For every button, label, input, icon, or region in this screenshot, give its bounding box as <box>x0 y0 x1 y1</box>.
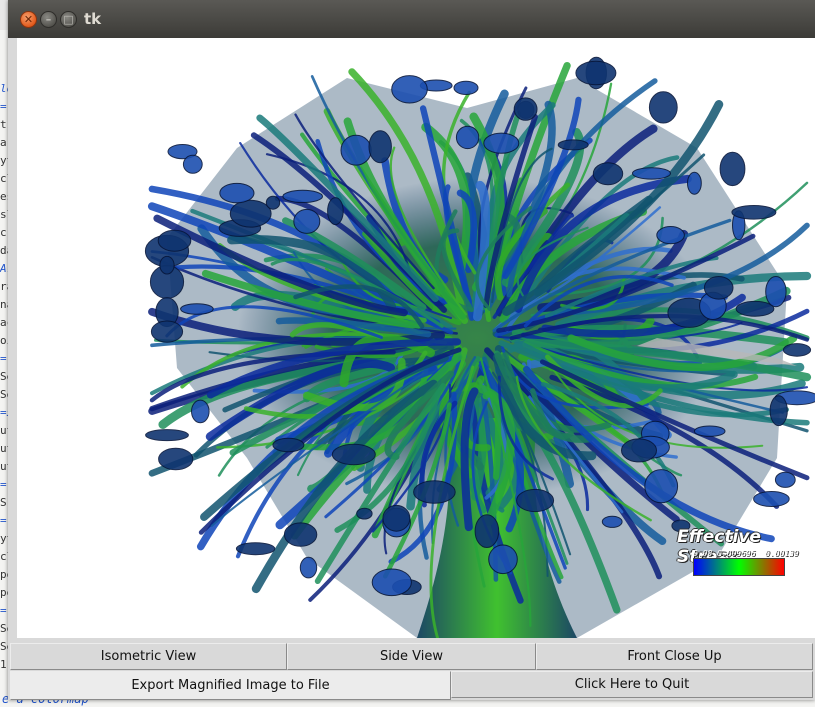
title-bar[interactable]: ✕ – □ tk <box>8 0 815 38</box>
background-editor-line: 1 <box>0 658 7 671</box>
maximize-icon: □ <box>63 13 74 26</box>
background-editor-line: = <box>0 352 7 365</box>
colorbar-gradient <box>693 558 785 576</box>
colorbar-tick-mid: 0.009696 <box>717 549 756 558</box>
quit-button[interactable]: Click Here to Quit <box>451 671 813 698</box>
front-close-up-button[interactable]: Front Close Up <box>536 643 813 670</box>
background-editor-line: t <box>0 118 7 131</box>
background-editor-line: S <box>0 496 7 509</box>
maximize-button[interactable]: □ <box>60 11 77 28</box>
background-editor-line: a <box>0 136 7 149</box>
background-editor-line: = <box>0 100 7 113</box>
window-title: tk <box>84 10 102 28</box>
side-view-button[interactable]: Side View <box>287 643 536 670</box>
background-editor-line: = <box>0 478 7 491</box>
close-button[interactable]: ✕ <box>20 11 37 28</box>
export-magnified-image-button[interactable]: Export Magnified Image to File <box>10 671 451 700</box>
tk-window: ✕ – □ tk Effective Stress 0.08 0.009696 … <box>8 0 815 700</box>
colorbar-tick-min: 0.08 <box>693 549 713 558</box>
minimize-button[interactable]: – <box>40 11 57 28</box>
minimize-icon: – <box>45 13 52 26</box>
background-editor-line: = <box>0 514 7 527</box>
background-editor-line: = <box>0 604 7 617</box>
close-icon: ✕ <box>23 13 34 26</box>
colorbar-tick-max: 0.00139 <box>765 549 799 558</box>
render-view-canvas[interactable]: Effective Stress 0.08 0.009696 0.00139 <box>17 38 815 638</box>
isometric-view-button[interactable]: Isometric View <box>10 643 287 670</box>
